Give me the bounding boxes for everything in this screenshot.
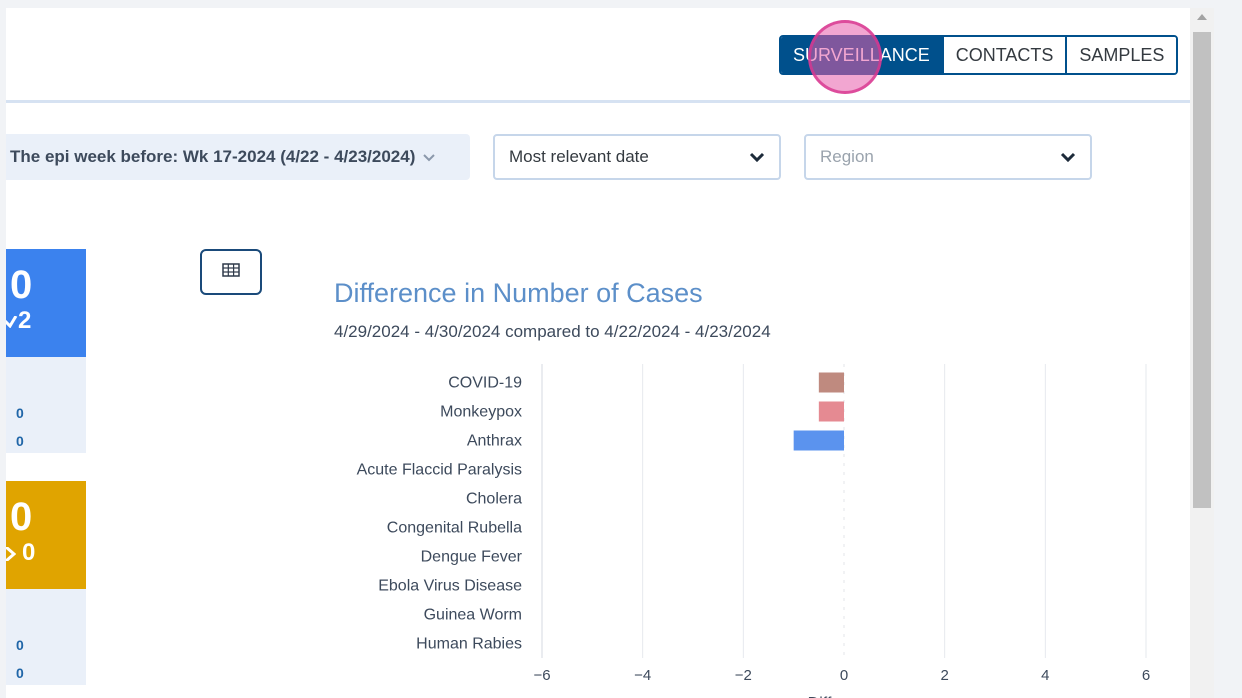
category-label: Dengue Fever: [421, 549, 523, 566]
x-tick-label: 2: [940, 667, 948, 684]
date-type-select[interactable]: Most relevant date: [493, 134, 781, 180]
region-select[interactable]: Region: [804, 134, 1092, 180]
summary-card-yellow[interactable]: 0 0: [6, 481, 86, 589]
epi-week-label: The epi week before: Wk 17-2024 (4/22 - …: [10, 147, 416, 166]
category-label: Ebola Virus Disease: [378, 578, 522, 595]
click-indicator: [808, 20, 882, 94]
card-count: 0: [10, 495, 33, 539]
category-label: Guinea Worm: [424, 607, 522, 624]
x-tick-label: 0: [840, 667, 848, 684]
x-tick-label: −2: [735, 667, 752, 684]
summary-card-blue-details: 0 0: [6, 357, 86, 453]
table-view-button[interactable]: [200, 249, 262, 295]
bar: [818, 372, 844, 393]
x-tick-label: 4: [1041, 667, 1049, 684]
tab-contacts[interactable]: CONTACTS: [941, 37, 1066, 73]
vertical-scrollbar[interactable]: [1190, 8, 1214, 698]
region-placeholder: Region: [820, 147, 874, 166]
chart-subtitle: 4/29/2024 - 4/30/2024 compared to 4/22/2…: [334, 322, 771, 341]
category-label: Monkeypox: [440, 404, 522, 421]
chart-title: Difference in Number of Cases: [334, 278, 703, 308]
scroll-thumb[interactable]: [1193, 32, 1211, 508]
x-tick-label: −4: [634, 667, 651, 684]
category-label: Human Rabies: [416, 636, 522, 653]
category-label: Congenital Rubella: [387, 520, 522, 537]
card-detail-value: 0: [16, 637, 24, 653]
dashboard-page: SURVEILLANCE CONTACTS SAMPLES The epi we…: [6, 8, 1190, 698]
table-icon: [222, 262, 240, 282]
chevron-down-icon: [1060, 152, 1076, 162]
summary-card-blue[interactable]: 0 2: [6, 249, 86, 357]
category-label: Cholera: [466, 491, 522, 508]
category-label: Acute Flaccid Paralysis: [357, 462, 522, 479]
card-detail-value: 0: [16, 665, 24, 681]
date-type-value: Most relevant date: [509, 147, 649, 166]
card-detail-value: 0: [16, 405, 24, 421]
bar: [793, 430, 844, 451]
category-label: COVID-19: [448, 375, 522, 392]
header-divider: [6, 100, 1190, 103]
bar: [818, 401, 844, 422]
card-count: 0: [10, 263, 33, 307]
card-change: 2: [6, 309, 31, 333]
card-detail-value: 0: [16, 433, 24, 449]
scroll-up-arrow-icon[interactable]: [1197, 14, 1207, 20]
x-tick-label: 6: [1142, 667, 1150, 684]
difference-bar-chart: COVID-19 Monkeypox Anthrax Acute Flaccid Pa…: [357, 364, 1150, 698]
chevron-down-icon: [423, 149, 436, 165]
category-label: Anthrax: [467, 433, 522, 450]
tab-samples[interactable]: SAMPLES: [1065, 37, 1177, 73]
x-tick-label: −6: [533, 667, 550, 684]
chevron-down-icon: [749, 152, 765, 162]
summary-card-yellow-details: 0 0: [6, 589, 86, 685]
card-change: 0: [6, 541, 35, 565]
epi-week-filter[interactable]: The epi week before: Wk 17-2024 (4/22 - …: [6, 134, 470, 180]
